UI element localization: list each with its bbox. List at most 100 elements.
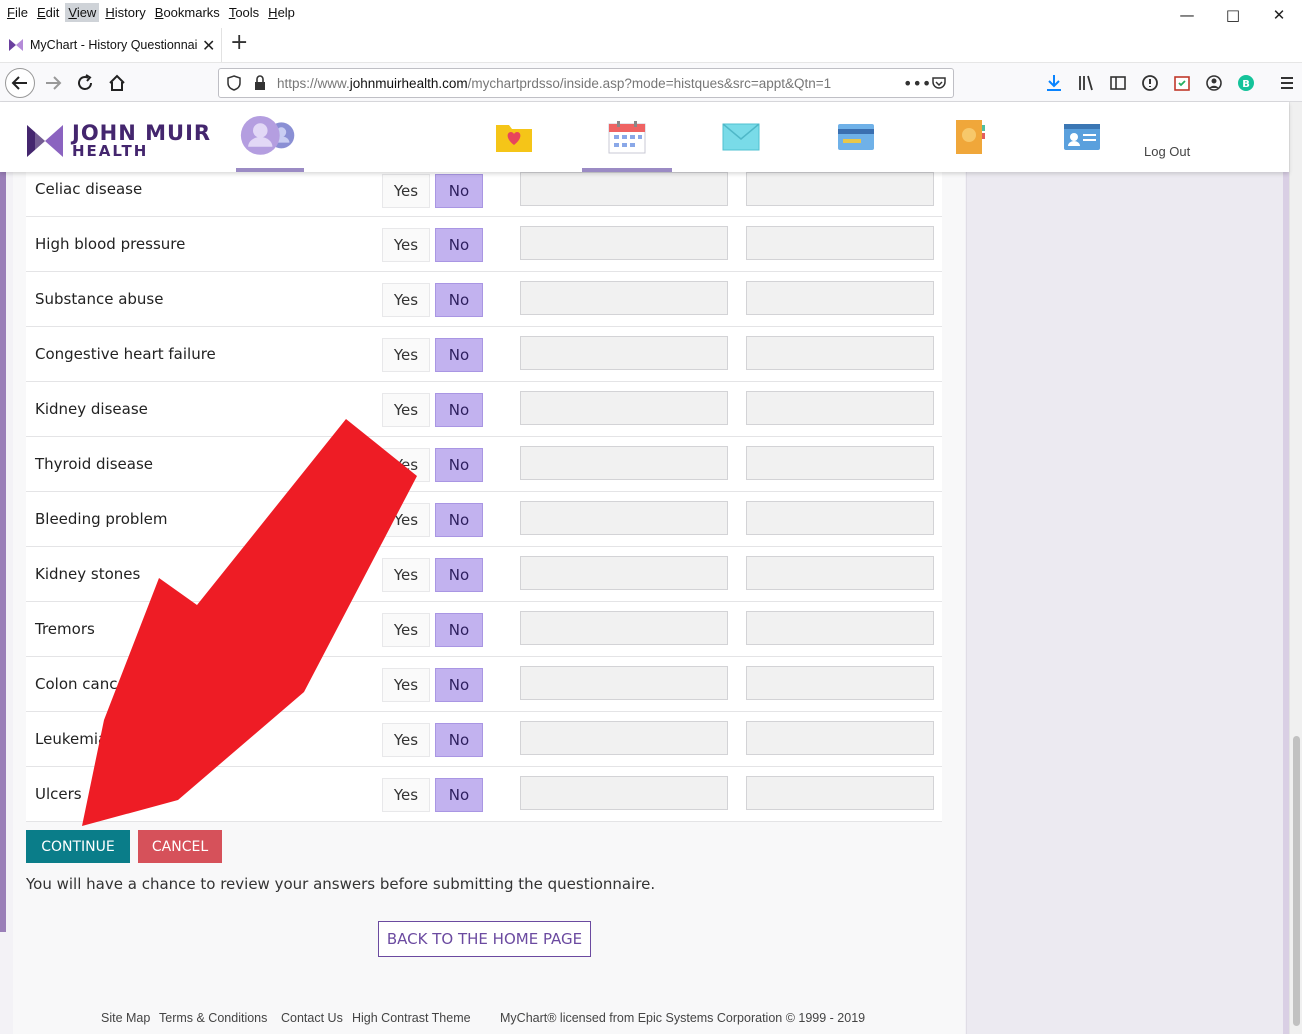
address-bar[interactable]: https://www.johnmuirhealth.com/mychartpr… [218, 68, 954, 98]
footer-site-map[interactable]: Site Map [101, 1011, 150, 1025]
detail-field-2[interactable] [746, 776, 934, 810]
tab-bar: MyChart - History Questionnaire ✕ + [0, 28, 1302, 62]
calendar-extension-icon[interactable] [1173, 74, 1191, 92]
home-button[interactable] [102, 68, 132, 98]
yes-option[interactable]: Yes [382, 448, 430, 482]
detail-field-1[interactable] [520, 172, 728, 206]
no-option-selected[interactable]: No [435, 228, 483, 262]
detail-field-2[interactable] [746, 611, 934, 645]
yes-option[interactable]: Yes [382, 174, 430, 208]
nav-profile[interactable] [236, 102, 304, 172]
logout-link[interactable]: Log Out [1144, 144, 1190, 159]
no-option-selected[interactable]: No [435, 613, 483, 647]
menu-view[interactable]: View [65, 2, 100, 22]
detail-field-2[interactable] [746, 666, 934, 700]
yes-option[interactable]: Yes [382, 338, 430, 372]
new-tab-icon[interactable]: + [230, 30, 248, 55]
menu-file[interactable]: File [4, 3, 31, 22]
detail-field-2[interactable] [746, 226, 934, 260]
library-icon[interactable] [1077, 74, 1095, 92]
close-tab-icon[interactable]: ✕ [202, 36, 215, 55]
back-to-home-button[interactable]: BACK TO THE HOME PAGE [378, 921, 591, 957]
browser-tab[interactable]: MyChart - History Questionnaire ✕ [0, 28, 222, 62]
close-window-icon[interactable]: ✕ [1256, 0, 1302, 30]
shield-icon[interactable] [227, 75, 241, 91]
account-icon[interactable] [1205, 74, 1223, 92]
pocket-icon[interactable] [931, 75, 947, 91]
yes-option[interactable]: Yes [382, 503, 430, 537]
menu-help[interactable]: Help [265, 3, 298, 22]
detail-field-2[interactable] [746, 281, 934, 315]
forward-button[interactable] [38, 68, 68, 98]
footer-terms[interactable]: Terms & Conditions [159, 1011, 267, 1025]
yes-option[interactable]: Yes [382, 558, 430, 592]
health-folder-icon [496, 125, 532, 152]
detail-field-1[interactable] [520, 776, 728, 810]
detail-field-2[interactable] [746, 172, 934, 206]
footer-contact[interactable]: Contact Us [281, 1011, 343, 1025]
no-option-selected[interactable]: No [435, 558, 483, 592]
minimize-icon[interactable]: — [1164, 0, 1210, 30]
detail-field-1[interactable] [520, 281, 728, 315]
extension-info-icon[interactable] [1141, 74, 1159, 92]
page-actions-icon[interactable]: ••• [903, 74, 931, 93]
yes-option[interactable]: Yes [382, 393, 430, 427]
no-option-selected[interactable]: No [435, 174, 483, 208]
right-sidebar [966, 102, 1289, 1034]
nav-resources[interactable] [934, 102, 1006, 172]
detail-field-1[interactable] [520, 721, 728, 755]
no-option-selected[interactable]: No [435, 393, 483, 427]
detail-field-1[interactable] [520, 611, 728, 645]
no-option-selected[interactable]: No [435, 503, 483, 537]
mychart-favicon-icon [9, 39, 23, 51]
page-scrollbar[interactable] [1289, 102, 1302, 1034]
detail-field-2[interactable] [746, 446, 934, 480]
lock-icon[interactable] [253, 75, 267, 91]
maximize-icon[interactable]: □ [1210, 0, 1256, 30]
download-icon[interactable] [1045, 74, 1063, 92]
yes-option[interactable]: Yes [382, 723, 430, 757]
menu-tools[interactable]: Tools [226, 3, 262, 22]
no-option-selected[interactable]: No [435, 778, 483, 812]
detail-field-2[interactable] [746, 391, 934, 425]
menu-edit[interactable]: Edit [34, 3, 62, 22]
sidebar-icon[interactable] [1109, 74, 1127, 92]
yes-option[interactable]: Yes [382, 283, 430, 317]
detail-field-1[interactable] [520, 391, 728, 425]
john-muir-logo-icon[interactable] [27, 123, 63, 159]
detail-field-2[interactable] [746, 336, 934, 370]
nav-health[interactable] [478, 102, 550, 172]
nav-billing[interactable] [820, 102, 892, 172]
grammarly-icon[interactable]: B [1237, 74, 1255, 92]
detail-field-1[interactable] [520, 226, 728, 260]
detail-field-1[interactable] [520, 446, 728, 480]
yes-option[interactable]: Yes [382, 228, 430, 262]
scrollbar-thumb[interactable] [1293, 736, 1300, 1026]
detail-field-1[interactable] [520, 556, 728, 590]
detail-field-2[interactable] [746, 501, 934, 535]
reload-button[interactable] [70, 68, 100, 98]
hamburger-menu-icon[interactable] [1278, 74, 1296, 92]
menu-bookmarks[interactable]: Bookmarks [152, 3, 223, 22]
nav-account[interactable] [1046, 102, 1118, 172]
yes-option[interactable]: Yes [382, 668, 430, 702]
back-button[interactable] [5, 68, 35, 98]
continue-button[interactable]: CONTINUE [26, 830, 130, 863]
detail-field-2[interactable] [746, 721, 934, 755]
detail-field-1[interactable] [520, 336, 728, 370]
menu-history[interactable]: History [102, 3, 148, 22]
nav-messages[interactable] [705, 102, 777, 172]
no-option-selected[interactable]: No [435, 283, 483, 317]
detail-field-2[interactable] [746, 556, 934, 590]
no-option-selected[interactable]: No [435, 723, 483, 757]
cancel-button[interactable]: CANCEL [138, 830, 222, 863]
yes-option[interactable]: Yes [382, 778, 430, 812]
detail-field-1[interactable] [520, 666, 728, 700]
yes-option[interactable]: Yes [382, 613, 430, 647]
footer-high-contrast[interactable]: High Contrast Theme [352, 1011, 471, 1025]
nav-calendar[interactable] [582, 102, 672, 172]
detail-field-1[interactable] [520, 501, 728, 535]
no-option-selected[interactable]: No [435, 448, 483, 482]
no-option-selected[interactable]: No [435, 668, 483, 702]
no-option-selected[interactable]: No [435, 338, 483, 372]
